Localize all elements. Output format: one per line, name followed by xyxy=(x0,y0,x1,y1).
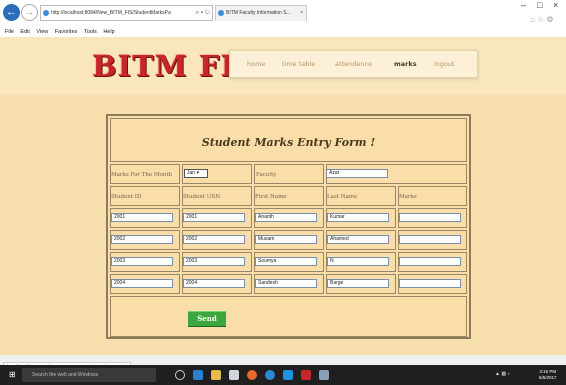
browser-tab[interactable]: BITM Faculty Information S... × xyxy=(215,5,307,21)
address-text: http://localhost:8084/New_BITM_FIS/Stude… xyxy=(51,10,171,16)
last-name-field[interactable]: Barge xyxy=(327,279,389,288)
file-explorer-icon[interactable] xyxy=(211,370,221,380)
ie-icon xyxy=(43,10,49,16)
column-header: Student USN xyxy=(183,194,221,200)
month-value: Jan xyxy=(187,170,196,176)
netbeans-icon[interactable] xyxy=(265,370,275,380)
marks-entry-form: Student Marks Entry Form ! Marks For The… xyxy=(106,114,471,339)
nav-logout[interactable]: logout xyxy=(434,51,455,77)
column-header: Marks xyxy=(399,194,417,200)
month-label: Marks For The Month xyxy=(111,172,173,178)
page-content: BITM FIS home time table attendence mark… xyxy=(0,37,566,355)
first-name-field[interactable]: Musam xyxy=(255,235,317,244)
nav-time-table[interactable]: time table xyxy=(282,51,315,77)
menu-bar: File Edit View Favorites Tools Help xyxy=(0,28,566,37)
faculty-field[interactable]: Azar xyxy=(326,169,388,178)
send-button[interactable]: Send xyxy=(188,311,226,327)
browser-chrome: ← → http://localhost:8084/New_BITM_FIS/S… xyxy=(0,0,566,28)
clock[interactable]: 3:15 PM 6/5/2017 xyxy=(539,369,557,381)
menu-view[interactable]: View xyxy=(36,28,48,37)
menu-edit[interactable]: Edit xyxy=(20,28,29,37)
status-bar: http://localhost:8084/New_BITM_FIS/Stude… xyxy=(0,355,566,372)
student-usn-field[interactable]: 2002 xyxy=(183,235,245,244)
edge-icon[interactable] xyxy=(193,370,203,380)
tab-title: BITM Faculty Information S... xyxy=(226,10,291,16)
close-icon[interactable]: × xyxy=(553,0,558,10)
menu-favorites[interactable]: Favorites xyxy=(55,28,78,37)
main-nav: home time table attendence marks logout xyxy=(229,50,478,78)
student-usn-field[interactable]: 2004 xyxy=(183,279,245,288)
menu-file[interactable]: File xyxy=(5,28,14,37)
site-header: BITM FIS home time table attendence mark… xyxy=(0,37,566,95)
month-select[interactable]: Jan ▾ xyxy=(184,169,208,178)
first-name-field[interactable]: Ananth xyxy=(255,213,317,222)
store-icon[interactable] xyxy=(229,370,239,380)
taskbar-search-input[interactable]: Search the web and Windows xyxy=(22,368,156,382)
column-header: Student ID xyxy=(111,194,142,200)
app-icon[interactable] xyxy=(301,370,311,380)
student-usn-field[interactable]: 2001 xyxy=(183,213,245,222)
send-cell xyxy=(110,296,467,337)
maximize-icon[interactable]: □ xyxy=(537,0,542,10)
column-header: First Name xyxy=(255,194,287,200)
clock-date: 6/5/2017 xyxy=(539,375,557,380)
menu-help[interactable]: Help xyxy=(103,28,114,37)
address-bar[interactable]: http://localhost:8084/New_BITM_FIS/Stude… xyxy=(40,5,213,21)
tab-ie-icon xyxy=(218,10,224,16)
last-name-field[interactable]: N xyxy=(327,257,389,266)
paint-icon[interactable] xyxy=(319,370,329,380)
nav-attendence[interactable]: attendence xyxy=(335,51,372,77)
taskbar: ⊞ Search the web and Windows ▲ ▩ ♪ 3:15 … xyxy=(0,365,566,385)
forward-icon[interactable]: → xyxy=(21,4,38,21)
nav-home[interactable]: home xyxy=(247,51,265,77)
back-icon[interactable]: ← xyxy=(3,4,20,21)
student-id-field[interactable]: 2002 xyxy=(111,235,173,244)
home-star-gear-icons[interactable]: ⌂ ☆ ⚙ xyxy=(530,15,554,24)
student-usn-field[interactable]: 2003 xyxy=(183,257,245,266)
menu-tools[interactable]: Tools xyxy=(84,28,97,37)
task-view-icon[interactable] xyxy=(175,370,185,380)
marks-field[interactable] xyxy=(399,279,461,288)
minimize-icon[interactable]: – xyxy=(521,0,526,10)
address-tools-icon[interactable]: ⌕ ▾ ↻ xyxy=(196,6,210,20)
system-tray-icons[interactable]: ▲ ▩ ♪ xyxy=(495,371,510,377)
form-title: Student Marks Entry Form ! xyxy=(201,136,376,149)
last-name-field[interactable]: Kumar xyxy=(327,213,389,222)
student-id-field[interactable]: 2003 xyxy=(111,257,173,266)
student-id-field[interactable]: 2004 xyxy=(111,279,173,288)
student-id-field[interactable]: 2001 xyxy=(111,213,173,222)
marks-field[interactable] xyxy=(399,213,461,222)
first-name-field[interactable]: Soumya xyxy=(255,257,317,266)
tab-close-icon[interactable]: × xyxy=(300,6,303,21)
first-name-field[interactable]: Sandesh xyxy=(255,279,317,288)
marks-field[interactable] xyxy=(399,235,461,244)
faculty-label: Faculty xyxy=(256,172,277,178)
windows-start-icon[interactable]: ⊞ xyxy=(9,371,16,379)
firefox-icon[interactable] xyxy=(247,370,257,380)
internet-explorer-icon[interactable] xyxy=(283,370,293,380)
nav-marks[interactable]: marks xyxy=(394,51,417,77)
column-header: Last Name xyxy=(327,194,358,200)
last-name-field[interactable]: Ahamed xyxy=(327,235,389,244)
marks-field[interactable] xyxy=(399,257,461,266)
